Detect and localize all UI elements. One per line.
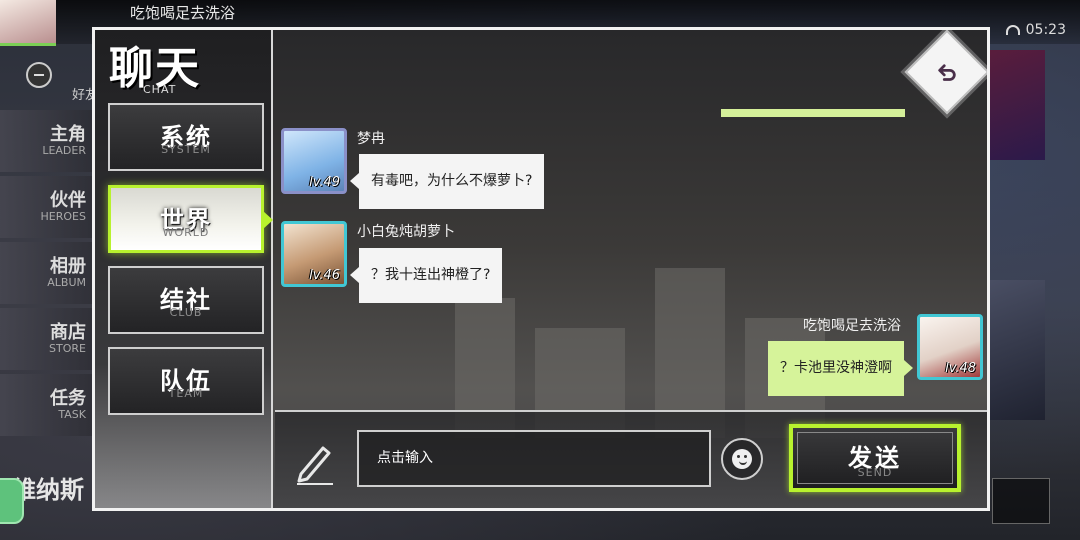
send-button[interactable]: 发送 SEND <box>789 424 961 492</box>
tab-system[interactable]: 系统 SYSTEM <box>108 103 264 171</box>
event-poster-2[interactable] <box>985 280 1045 420</box>
message-nickname: 小白兔炖胡萝卜 <box>357 224 455 240</box>
avatar[interactable]: lv.48 <box>917 314 983 380</box>
corner-widget[interactable] <box>992 478 1050 524</box>
chat-channel-sidebar: 聊天 CHAT 系统 SYSTEM 世界 WORLD 结社 CLUB 队伍 TE… <box>95 30 273 508</box>
chat-message-list[interactable]: lv.49 梦冉 有毒吧，为什么不爆萝卜? lv.46 小白兔炖胡萝卜 ？我十连… <box>275 30 987 410</box>
pencil-icon[interactable] <box>293 440 337 486</box>
back-arrow-icon <box>938 64 956 81</box>
menu-item-heroes[interactable]: 伙伴 HEROES <box>0 176 96 238</box>
menu-item-leader[interactable]: 主角 LEADER <box>0 110 96 172</box>
message-nickname: 梦冉 <box>357 131 385 147</box>
wifi-icon <box>1005 25 1020 35</box>
emoji-icon <box>732 449 752 469</box>
chat-input-field[interactable]: 点击输入 <box>357 430 711 487</box>
assistant-icon[interactable] <box>0 478 24 524</box>
message-bubble: ？我十连出神橙了? <box>349 248 503 303</box>
message-nickname: 吃饱喝足去洗浴 <box>803 318 901 334</box>
player-name: 吃饱喝足去洗浴 <box>130 4 236 22</box>
decorative-bar <box>721 109 905 117</box>
status-bar: 05:23 <box>1005 22 1066 38</box>
active-tab-indicator <box>263 211 273 229</box>
friends-button[interactable] <box>26 62 52 88</box>
chat-panel: 聊天 CHAT 系统 SYSTEM 世界 WORLD 结社 CLUB 队伍 TE… <box>92 27 990 511</box>
chat-input-bar: 点击输入 发送 SEND <box>275 410 987 508</box>
message-bubble: 有毒吧，为什么不爆萝卜? <box>349 154 545 209</box>
tab-team[interactable]: 队伍 TEAM <box>108 347 264 415</box>
menu-item-store[interactable]: 商店 STORE <box>0 308 96 370</box>
clock: 05:23 <box>1025 22 1066 38</box>
emoji-button[interactable] <box>721 438 763 480</box>
message-bubble: ？卡池里没神澄啊 <box>768 341 913 396</box>
event-poster[interactable] <box>985 50 1045 160</box>
panel-title-en: CHAT <box>143 83 177 96</box>
avatar[interactable]: lv.49 <box>281 128 347 194</box>
avatar[interactable]: lv.46 <box>281 221 347 287</box>
tab-club[interactable]: 结社 CLUB <box>108 266 264 334</box>
menu-item-album[interactable]: 相册 ALBUM <box>0 242 96 304</box>
player-avatar[interactable] <box>0 0 56 46</box>
menu-item-task[interactable]: 任务 TASK <box>0 374 96 436</box>
game-side-menu: 主角 LEADER 伙伴 HEROES 相册 ALBUM 商店 STORE 任务… <box>0 110 96 440</box>
tab-world[interactable]: 世界 WORLD <box>108 185 264 253</box>
